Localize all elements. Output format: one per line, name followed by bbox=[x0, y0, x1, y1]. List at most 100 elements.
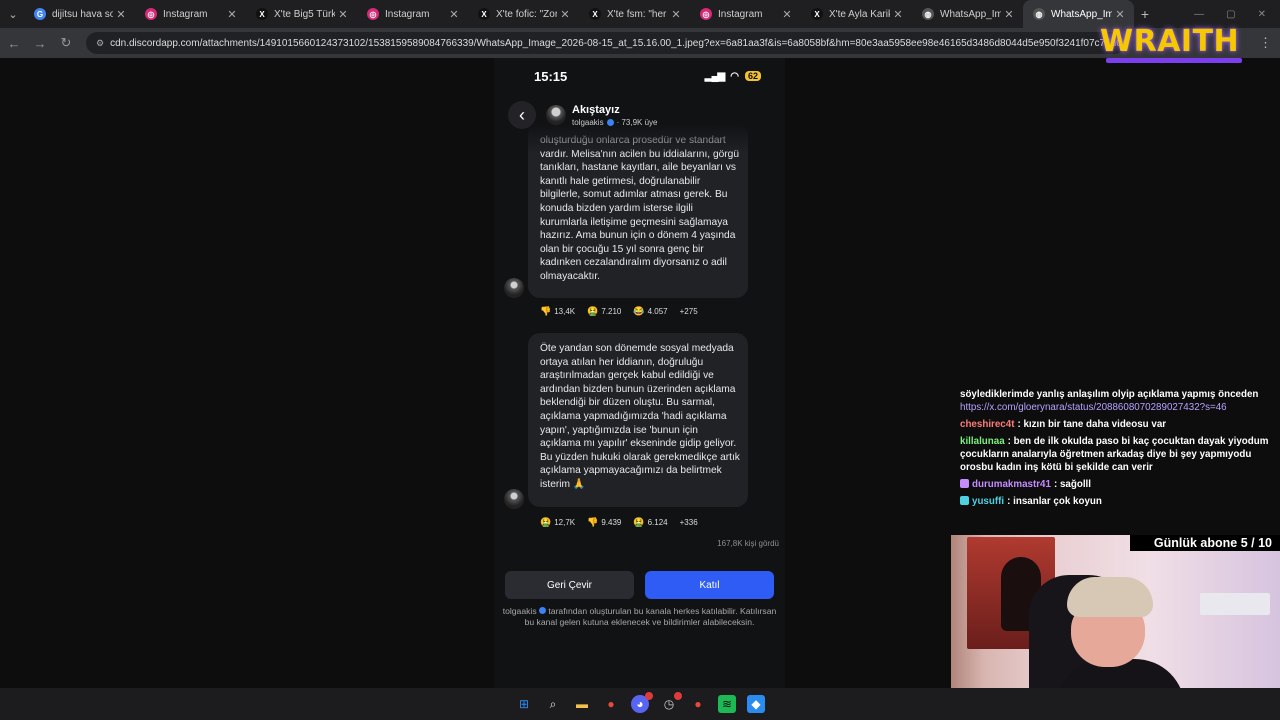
search-icon[interactable]: ⌕ bbox=[544, 695, 562, 713]
reaction-bar: 🤮 12,7K 👎 9.439 🤮 6.124 +336 bbox=[540, 517, 698, 528]
tab-title: X'te fsm: "her gün bbox=[607, 8, 668, 20]
chat-badge-icon bbox=[960, 496, 969, 505]
browser-tab[interactable]: ◎ Instagram ✕ bbox=[357, 0, 468, 28]
chat-username[interactable]: cheshirec4t bbox=[960, 419, 1014, 430]
channel-message: oluşturduğu onlarca prosedür ve standart… bbox=[528, 124, 748, 298]
tab-close-icon[interactable]: ✕ bbox=[224, 8, 240, 21]
x-icon: X bbox=[589, 8, 601, 20]
reaction-count: 13,4K bbox=[554, 307, 576, 316]
reaction[interactable]: 🤮 6.124 bbox=[633, 517, 667, 528]
wraith-underline bbox=[1106, 58, 1242, 63]
browser-tab[interactable]: ◍ WhatsApp_Image✕ bbox=[912, 0, 1023, 28]
reaction[interactable]: 🤮 7.210 bbox=[587, 306, 621, 317]
instagram-icon: ◎ bbox=[367, 8, 379, 20]
browser-toolbar: ← → ↻ ⚙ cdn.discordapp.com/attachments/1… bbox=[0, 28, 1280, 58]
join-button[interactable]: Katıl bbox=[645, 571, 774, 599]
reaction[interactable]: +275 bbox=[680, 307, 698, 316]
tab-close-icon[interactable]: ✕ bbox=[446, 8, 462, 21]
browser-tab[interactable]: Gdijitsu hava soğutu✕ bbox=[24, 0, 135, 28]
reaction-emoji-icon: 👎 bbox=[540, 306, 552, 316]
reaction[interactable]: 😂 4.057 bbox=[633, 306, 667, 317]
reaction[interactable]: 🤮 12,7K bbox=[540, 517, 575, 528]
reaction[interactable]: 👎 13,4K bbox=[540, 306, 575, 317]
chrome-icon[interactable]: ● bbox=[602, 695, 620, 713]
notification-dot-icon bbox=[645, 692, 653, 700]
file-explorer-icon[interactable]: ▬ bbox=[573, 695, 591, 713]
tab-title: Instagram bbox=[718, 8, 763, 20]
site-info-icon[interactable]: ⚙ bbox=[96, 38, 104, 49]
back-arrow-icon[interactable]: ‹ bbox=[508, 101, 536, 129]
channel-meta[interactable]: Akıştayız tolgaakis · 73,9K üye bbox=[572, 104, 658, 127]
tab-close-icon[interactable]: ✕ bbox=[557, 8, 573, 21]
join-actions: Geri Çevir Katıl bbox=[505, 571, 774, 599]
channel-handle: tolgaakis bbox=[572, 117, 604, 127]
minimize-icon[interactable]: — bbox=[1194, 9, 1204, 20]
message-avatar bbox=[504, 278, 524, 298]
tab-close-icon[interactable]: ✕ bbox=[113, 8, 129, 21]
close-window-icon[interactable]: ✕ bbox=[1258, 9, 1266, 20]
chat-username[interactable]: killalunaa bbox=[960, 436, 1005, 447]
spotify-icon[interactable]: ≋ bbox=[718, 695, 736, 713]
chat-text: : kızın bir tane daha videosu var bbox=[1017, 419, 1167, 430]
tab-close-icon[interactable]: ✕ bbox=[890, 8, 906, 21]
instagram-icon: ◎ bbox=[700, 8, 712, 20]
chat-link[interactable]: https://x.com/gloerynara/status/20886080… bbox=[960, 402, 1227, 413]
tab-title: dijitsu hava soğutu bbox=[52, 8, 113, 20]
screen: ⌄ Gdijitsu hava soğutu✕◎Instagram✕XX'te … bbox=[0, 0, 1280, 720]
shelf bbox=[1200, 593, 1270, 615]
new-tab-icon[interactable]: + bbox=[1134, 6, 1156, 22]
tab-title: Instagram bbox=[385, 8, 430, 20]
chat-badge-icon bbox=[960, 479, 969, 488]
message-avatar bbox=[504, 489, 524, 509]
browser-tab[interactable]: X X'te fofic: "Zorbal✕ bbox=[468, 0, 579, 28]
browser-tab[interactable]: X X'te fsm: "her gün✕ bbox=[579, 0, 690, 28]
wifi-icon: ◠ bbox=[730, 70, 739, 82]
tab-title: X'te Ayla Karikat: bbox=[829, 8, 890, 20]
x-icon: X bbox=[811, 8, 823, 20]
forward-icon[interactable]: → bbox=[28, 36, 52, 51]
browser-tab[interactable]: X X'te Big5 Türkiye:✕ bbox=[246, 0, 357, 28]
reload-icon[interactable]: ↻ bbox=[54, 35, 78, 51]
reaction-count: 9.439 bbox=[601, 518, 622, 527]
browser-tab[interactable]: ◎ Instagram ✕ bbox=[690, 0, 801, 28]
chat-text: : sağolll bbox=[1053, 479, 1091, 490]
tab-close-icon[interactable]: ✕ bbox=[779, 8, 795, 21]
reaction[interactable]: +336 bbox=[680, 518, 698, 527]
x-icon: X bbox=[256, 8, 268, 20]
maximize-icon[interactable]: ▢ bbox=[1226, 9, 1235, 20]
chat-username[interactable]: durumakmastr41 bbox=[972, 479, 1051, 490]
back-icon[interactable]: ← bbox=[2, 36, 26, 51]
tab-close-icon[interactable]: ✕ bbox=[668, 8, 684, 21]
tab-close-icon[interactable]: ✕ bbox=[335, 8, 351, 21]
clock-app-icon[interactable]: ◷ bbox=[660, 692, 682, 713]
tab-title: X'te fofic: "Zorbal bbox=[496, 8, 557, 20]
phone-status-bar: 15:15 ▂▄▆ ◠ 62 bbox=[494, 58, 785, 94]
channel-header: ‹ Akıştayız tolgaakis · 73,9K üye bbox=[494, 98, 785, 132]
tab-title: X'te Big5 Türkiye: bbox=[274, 8, 335, 20]
browser-tab[interactable]: X X'te Ayla Karikat:✕ bbox=[801, 0, 912, 28]
chat-username[interactable]: yusuffi bbox=[972, 496, 1004, 507]
photos-icon[interactable]: ◆ bbox=[747, 695, 765, 713]
globe-icon: ◍ bbox=[1033, 8, 1045, 20]
decline-button[interactable]: Geri Çevir bbox=[505, 571, 634, 599]
discord-icon[interactable]: ◕ bbox=[631, 692, 653, 713]
join-note-handle: tolgaakis bbox=[502, 606, 537, 616]
phone-screenshot: 15:15 ▂▄▆ ◠ 62 oluşturduğu onlarca prose… bbox=[494, 58, 785, 688]
windows-start-icon[interactable]: ⊞ bbox=[515, 695, 533, 713]
address-bar[interactable]: ⚙ cdn.discordapp.com/attachments/1491015… bbox=[86, 32, 1126, 54]
globe-icon: ◍ bbox=[922, 8, 934, 20]
daily-sub-goal: Günlük abone 5 / 10 bbox=[1130, 535, 1280, 551]
stream-chat: söylediklerimde yanlış anlaşılım olyip a… bbox=[952, 388, 1280, 530]
message-text: Öte yandan son dönemde sosyal medyada or… bbox=[540, 343, 740, 490]
tab-title: WhatsApp_Image bbox=[940, 8, 1001, 20]
chrome-icon[interactable]: ● bbox=[689, 695, 707, 713]
tab-search-icon[interactable]: ⌄ bbox=[2, 3, 24, 25]
reaction-emoji-icon: 🤮 bbox=[540, 517, 552, 527]
reaction[interactable]: 👎 9.439 bbox=[587, 517, 621, 528]
channel-avatar[interactable] bbox=[546, 105, 566, 125]
browser-menu-icon[interactable]: ⋮ bbox=[1259, 35, 1272, 51]
tab-close-icon[interactable]: ✕ bbox=[1112, 8, 1128, 21]
tab-close-icon[interactable]: ✕ bbox=[1001, 8, 1017, 21]
channel-name: Akıştayız bbox=[572, 103, 620, 116]
browser-tab[interactable]: ◎ Instagram ✕ bbox=[135, 0, 246, 28]
